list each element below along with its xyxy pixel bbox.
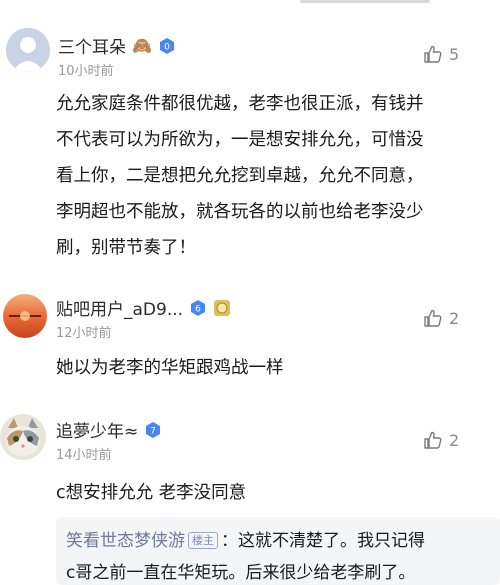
monkey-emoji: 🙈 (132, 36, 152, 55)
username[interactable]: 贴吧用户_aD9... (56, 295, 183, 320)
reply-text-cont: c哥之前一直在华矩玩。后来很少给老李刷了。 (66, 563, 416, 583)
comment-item: 三个耳朵 🙈 0 10小时前 5 允允家庭条件都很优越，老李也很正派，有钱并 不… (0, 0, 500, 290)
svg-text:7: 7 (150, 426, 156, 436)
username[interactable]: 追夢少年≈ (56, 417, 138, 442)
medal-badge-icon (214, 299, 231, 316)
like-count: 2 (449, 430, 460, 450)
like-button[interactable]: 2 (423, 430, 459, 450)
timestamp: 10小时前 (58, 64, 114, 79)
like-count: 2 (449, 308, 460, 328)
sunset-avatar-icon (3, 294, 47, 338)
reply-line: 笑看世态梦侠游 楼主 ：这就不清楚了。我只记得 (66, 525, 490, 557)
default-avatar-icon (6, 28, 50, 72)
thumbs-up-icon (424, 431, 442, 449)
timestamp: 12小时前 (56, 326, 112, 341)
svg-text:6: 6 (195, 304, 201, 314)
reply-text: ：这就不清楚了。我只记得 (221, 531, 425, 551)
host-tag: 楼主 (188, 532, 218, 549)
level-badge-icon: 7 (146, 421, 161, 438)
username[interactable]: 三个耳朵 (58, 33, 126, 58)
avatar[interactable] (0, 414, 46, 460)
thumbs-up-icon (424, 45, 442, 63)
cat-avatar-icon (0, 414, 46, 460)
level-badge-icon: 6 (191, 299, 206, 316)
timestamp: 14小时前 (56, 448, 112, 463)
avatar[interactable] (3, 294, 47, 338)
svg-text:0: 0 (164, 42, 170, 52)
avatar[interactable] (6, 28, 50, 72)
reply-username[interactable]: 笑看世态梦侠游 (66, 531, 185, 551)
comment-text: c想安排允允 老李没同意 (56, 483, 247, 503)
level-badge-icon: 0 (159, 37, 174, 54)
like-button[interactable]: 2 (423, 308, 459, 328)
reply-box[interactable]: 笑看世态梦侠游 楼主 ：这就不清楚了。我只记得 c哥之前一直在华矩玩。后来很少给老李… (56, 517, 500, 585)
thumbs-up-icon (424, 309, 442, 327)
comment-text: 她以为老李的华矩跟鸡战一样 (56, 358, 284, 378)
like-count: 5 (449, 44, 460, 64)
comment-item: 贴吧用户_aD9... 6 12小时前 2 她以为老李的华矩跟鸡战一样 (0, 280, 500, 390)
like-button[interactable]: 5 (423, 44, 459, 64)
comment-text: 允允家庭条件都很优越，老李也很正派，有钱并 不代表可以为所欲为，一是想安排允允，… (56, 94, 424, 258)
